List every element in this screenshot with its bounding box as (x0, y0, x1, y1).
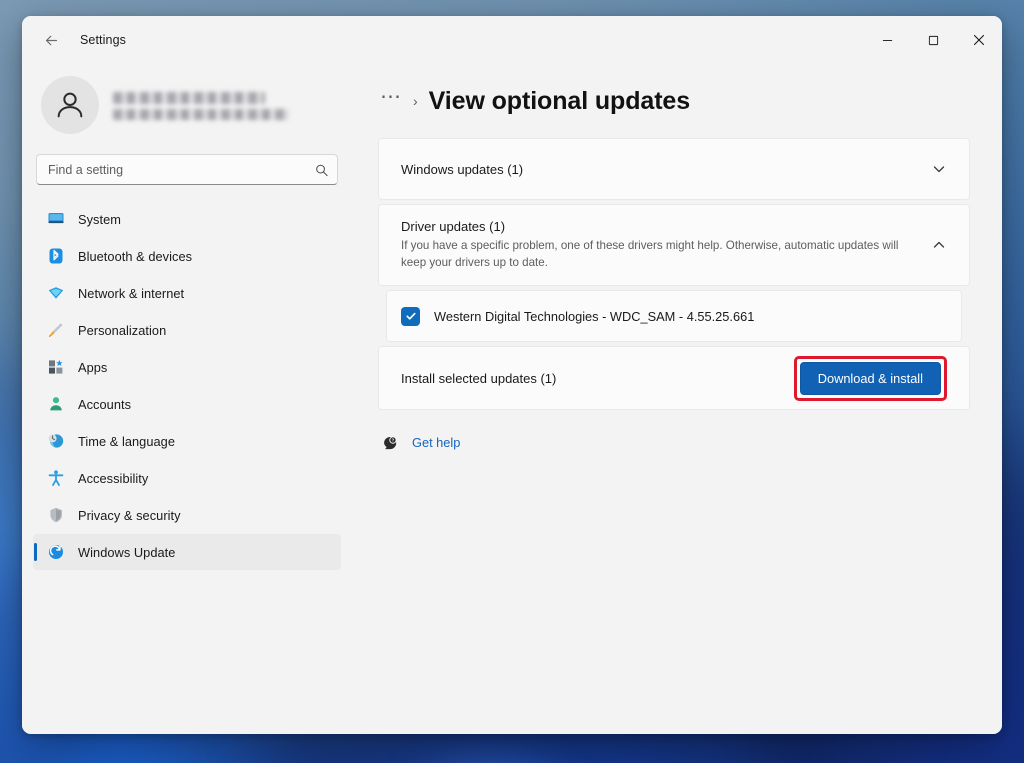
driver-item-card[interactable]: Western Digital Technologies - WDC_SAM -… (386, 290, 962, 342)
driver-item-label: Western Digital Technologies - WDC_SAM -… (434, 309, 754, 324)
search-input[interactable] (36, 154, 338, 185)
updates-card-stack: Windows updates (1) Driver updates (1) I… (378, 138, 970, 410)
page-title: View optional updates (429, 87, 690, 116)
window-body: System Bluetooth & devices (22, 64, 1002, 734)
sidebar-item-label: Personalization (78, 323, 166, 338)
sidebar-item-system[interactable]: System (33, 201, 341, 237)
install-updates-card: Install selected updates (1) Download & … (378, 346, 970, 410)
brush-icon (47, 321, 65, 339)
driver-updates-description: If you have a specific problem, one of t… (401, 237, 921, 271)
accessibility-icon (47, 469, 65, 487)
sidebar-item-apps[interactable]: Apps (33, 349, 341, 385)
window-title: Settings (80, 33, 126, 47)
sidebar: System Bluetooth & devices (22, 64, 352, 734)
account-email-redacted (113, 109, 289, 120)
apps-icon (47, 358, 65, 376)
install-updates-row: Install selected updates (1) Download & … (379, 347, 969, 409)
person-icon (47, 395, 65, 413)
sidebar-item-accounts[interactable]: Accounts (33, 386, 341, 422)
get-help-row[interactable]: ? Get help (378, 434, 970, 451)
sidebar-item-network-internet[interactable]: Network & internet (33, 275, 341, 311)
content-pane: ⋯ › View optional updates Windows update… (352, 64, 1002, 734)
sidebar-nav: System Bluetooth & devices (33, 201, 341, 580)
maximize-icon (928, 35, 939, 46)
get-help-icon: ? (382, 434, 399, 451)
sidebar-item-label: Network & internet (78, 286, 184, 301)
minimize-icon (882, 35, 893, 46)
sidebar-item-personalization[interactable]: Personalization (33, 312, 341, 348)
install-updates-label: Install selected updates (1) (401, 371, 556, 386)
sidebar-item-label: Accounts (78, 397, 131, 412)
avatar (41, 76, 99, 134)
driver-updates-text: Driver updates (1) If you have a specifi… (401, 219, 921, 271)
sidebar-item-label: Privacy & security (78, 508, 181, 523)
maximize-button[interactable] (910, 16, 956, 64)
sidebar-item-label: Bluetooth & devices (78, 249, 192, 264)
search-container (36, 154, 338, 185)
sidebar-item-label: Time & language (78, 434, 175, 449)
sidebar-item-label: Windows Update (78, 545, 175, 560)
windows-updates-title: Windows updates (1) (401, 162, 523, 177)
chevron-down-icon[interactable] (931, 161, 947, 177)
close-icon (973, 34, 985, 46)
desktop-background: Settings (0, 0, 1024, 763)
checkmark-icon (405, 310, 417, 322)
sidebar-item-bluetooth-devices[interactable]: Bluetooth & devices (33, 238, 341, 274)
sidebar-item-label: Apps (78, 360, 107, 375)
settings-window: Settings (22, 16, 1002, 734)
sidebar-item-privacy-security[interactable]: Privacy & security (33, 497, 341, 533)
driver-updates-card[interactable]: Driver updates (1) If you have a specifi… (378, 204, 970, 286)
svg-text:?: ? (392, 438, 395, 443)
sidebar-item-time-language[interactable]: Time & language (33, 423, 341, 459)
minimize-button[interactable] (864, 16, 910, 64)
chevron-up-icon[interactable] (931, 237, 947, 253)
windows-update-icon (47, 543, 65, 561)
sidebar-item-label: System (78, 212, 121, 227)
breadcrumb: ⋯ › View optional updates (380, 86, 970, 116)
driver-updates-title: Driver updates (1) (401, 219, 921, 234)
get-help-link[interactable]: Get help (412, 435, 460, 450)
download-install-button[interactable]: Download & install (800, 362, 941, 395)
sidebar-item-windows-update[interactable]: Windows Update (33, 534, 341, 570)
bluetooth-icon (47, 247, 65, 265)
windows-updates-card[interactable]: Windows updates (1) (378, 138, 970, 200)
back-arrow-icon (43, 32, 60, 49)
shield-icon (47, 506, 65, 524)
driver-updates-row[interactable]: Driver updates (1) If you have a specifi… (379, 205, 969, 285)
breadcrumb-overflow-button[interactable]: ⋯ (380, 86, 402, 116)
person-icon (53, 88, 87, 122)
clock-globe-icon (47, 432, 65, 450)
back-button[interactable] (34, 25, 68, 55)
close-button[interactable] (956, 16, 1002, 64)
windows-updates-row[interactable]: Windows updates (1) (379, 139, 969, 199)
profile-text (113, 90, 289, 120)
network-icon (47, 284, 65, 302)
window-controls (864, 16, 1002, 64)
account-name-redacted (113, 92, 265, 104)
title-bar: Settings (22, 16, 1002, 64)
table-row[interactable]: Western Digital Technologies - WDC_SAM -… (387, 291, 961, 341)
sidebar-item-accessibility[interactable]: Accessibility (33, 460, 341, 496)
user-profile[interactable] (33, 64, 341, 148)
breadcrumb-separator-icon: › (413, 93, 418, 110)
sidebar-item-label: Accessibility (78, 471, 148, 486)
monitor-icon (47, 210, 65, 228)
download-install-highlight: Download & install (794, 356, 947, 401)
driver-checkbox[interactable] (401, 307, 420, 326)
